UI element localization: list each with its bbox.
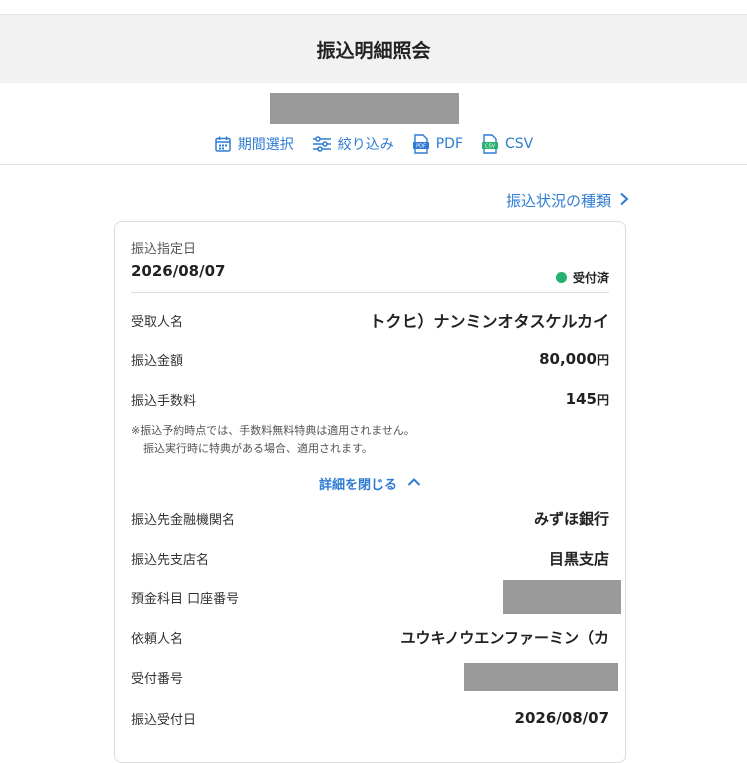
pdf-button[interactable]: PDF PDF <box>412 134 463 154</box>
branch-row: 振込先支店名 目黒支店 <box>131 546 609 570</box>
receipt-date-row: 振込受付日 2026/08/07 <box>131 706 609 730</box>
amount-value: 80,000 <box>539 350 597 368</box>
csv-icon-badge: CSV <box>485 144 496 150</box>
period-select-button[interactable]: 期間選択 <box>214 134 294 154</box>
status-badge: 受付済 <box>555 269 609 286</box>
requester-value: ユウキノウエンファーミン（カ <box>400 628 609 647</box>
filter-button[interactable]: 絞り込み <box>312 134 394 154</box>
status-text: 受付済 <box>572 271 609 285</box>
fee-value: 145 <box>565 390 597 408</box>
status-types-link[interactable]: 振込状況の種類 <box>506 190 629 211</box>
payee-label: 受取人名 <box>131 314 184 330</box>
close-details-label: 詳細を閉じる <box>318 478 397 493</box>
page-title: 振込明細照会 <box>316 39 431 62</box>
pdf-file-icon: PDF <box>412 134 430 154</box>
receipt-number-redaction <box>464 663 618 691</box>
amount-value-group: 80,000円 <box>539 350 609 368</box>
filter-label: 絞り込み <box>337 137 394 153</box>
account-redaction <box>270 93 459 124</box>
requester-label: 依頼人名 <box>131 631 184 647</box>
payee-value: トクヒ）ナンミンオタスケルカイ <box>369 312 609 331</box>
fee-unit: 円 <box>596 393 609 407</box>
bank-value: みずほ銀行 <box>533 509 609 528</box>
fee-value-group: 145円 <box>566 390 609 408</box>
csv-button[interactable]: CSV CSV <box>481 134 533 154</box>
pdf-icon-badge: PDF <box>416 144 426 150</box>
amount-unit: 円 <box>596 353 609 367</box>
fee-label: 振込手数料 <box>131 393 197 409</box>
receipt-date-value: 2026/08/07 <box>514 709 609 727</box>
account-number-redaction <box>503 580 621 614</box>
chevron-right-icon <box>619 192 629 210</box>
receipt-date-label: 振込受付日 <box>131 712 197 728</box>
account-label: 預金科目 口座番号 <box>131 591 240 607</box>
amount-label: 振込金額 <box>131 353 184 369</box>
close-details-button[interactable]: 詳細を閉じる <box>115 474 625 493</box>
toolbar: 期間選択 絞り込み PDF PDF CSV CSV <box>0 133 747 155</box>
top-strip <box>0 0 747 15</box>
fee-row: 振込手数料 145円 <box>131 387 609 411</box>
filter-sliders-icon <box>312 135 332 153</box>
pdf-label: PDF <box>435 136 464 152</box>
date-value: 2026/08/07 <box>131 262 226 280</box>
branch-value: 目黒支店 <box>548 549 609 568</box>
bank-row: 振込先金融機関名 みずほ銀行 <box>131 506 609 530</box>
branch-label: 振込先支店名 <box>131 552 210 568</box>
card-header: 振込指定日 2026/08/07 受付済 <box>131 238 609 293</box>
chevron-up-icon <box>407 476 421 491</box>
requester-row: 依頼人名 ユウキノウエンファーミン（カ <box>131 625 609 649</box>
toolbar-divider <box>0 164 747 165</box>
calendar-icon <box>214 135 232 153</box>
status-dot-icon <box>555 272 567 283</box>
csv-label: CSV <box>505 136 534 152</box>
bank-label: 振込先金融機関名 <box>131 512 236 528</box>
date-label: 振込指定日 <box>131 242 197 257</box>
csv-file-icon: CSV <box>481 134 499 154</box>
fee-note-line2: 振込実行時に特典がある場合、適用されます。 <box>143 442 373 455</box>
page-header: 振込明細照会 <box>0 15 747 83</box>
period-select-label: 期間選択 <box>237 137 294 153</box>
fee-note: ※振込予約時点では、手数料無料特典は適用されません。 振込実行時に特典がある場合… <box>131 422 601 458</box>
status-types-label: 振込状況の種類 <box>505 192 611 210</box>
amount-row: 振込金額 80,000円 <box>131 347 609 371</box>
payee-row: 受取人名 トクヒ）ナンミンオタスケルカイ <box>131 308 609 332</box>
fee-note-line1: ※振込予約時点では、手数料無料特典は適用されません。 <box>131 424 415 437</box>
receipt-number-label: 受付番号 <box>131 671 184 687</box>
transfer-detail-card: 振込指定日 2026/08/07 受付済 受取人名 トクヒ）ナンミンオタスケルカ… <box>114 221 626 763</box>
